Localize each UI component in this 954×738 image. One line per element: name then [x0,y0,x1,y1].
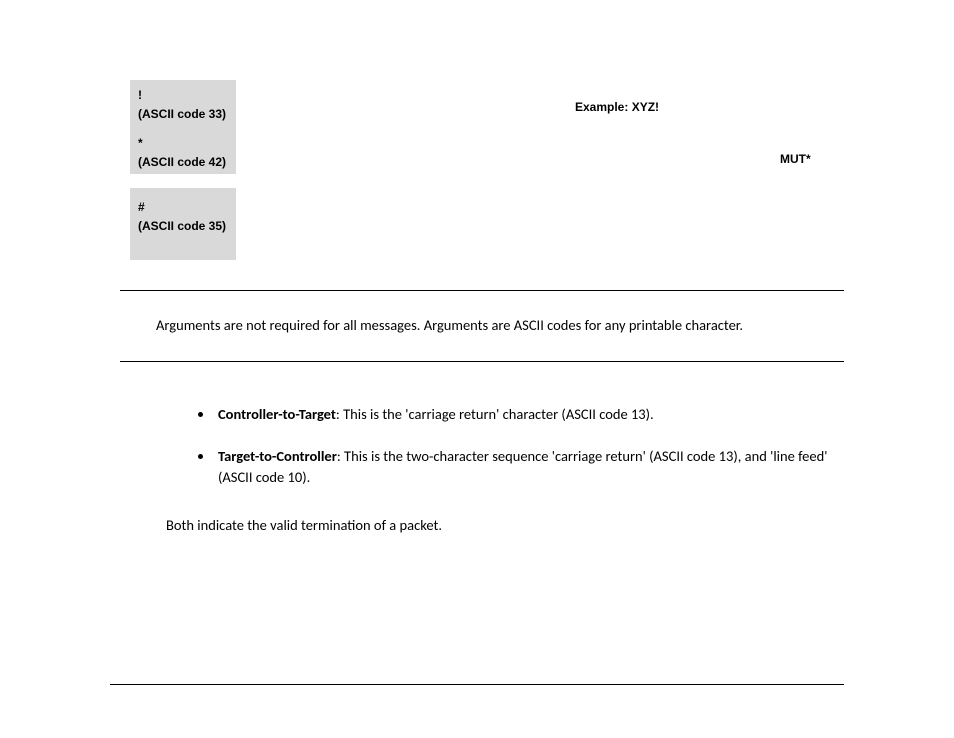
termination-section: Controller-to-Target: This is the 'carri… [120,362,844,537]
ascii-cell-excl: ! (ASCII code 33) [130,80,236,128]
symbol: ! [138,86,228,105]
symbol: * [138,134,228,153]
ascii-cell-star: * (ASCII code 42) [130,128,236,174]
code-label: (ASCII code 42) [138,153,228,172]
mut-label: MUT* [780,152,811,166]
code-label: (ASCII code 35) [138,217,228,236]
termination-note: Both indicate the valid termination of a… [156,509,844,537]
code-label: (ASCII code 33) [138,105,228,124]
ascii-cell-hash: # (ASCII code 35) [130,188,236,260]
document-page: ! (ASCII code 33) * (ASCII code 42) # (A… [0,0,954,537]
symbol: # [138,198,228,217]
example-label: Example: XYZ! [575,100,659,114]
list-item: Target-to-Controller: This is the two-ch… [214,446,844,490]
item-heading: Controller-to-Target [218,405,336,423]
item-heading: Target-to-Controller [218,447,337,465]
list-item: Controller-to-Target: This is the 'carri… [214,404,844,426]
item-text: : This is the 'carriage return' characte… [336,405,654,423]
bullet-list: Controller-to-Target: This is the 'carri… [156,404,844,489]
ascii-table-area: ! (ASCII code 33) * (ASCII code 42) # (A… [120,80,844,290]
footer-divider [110,684,844,685]
arguments-note: Arguments are not required for all messa… [120,291,844,361]
